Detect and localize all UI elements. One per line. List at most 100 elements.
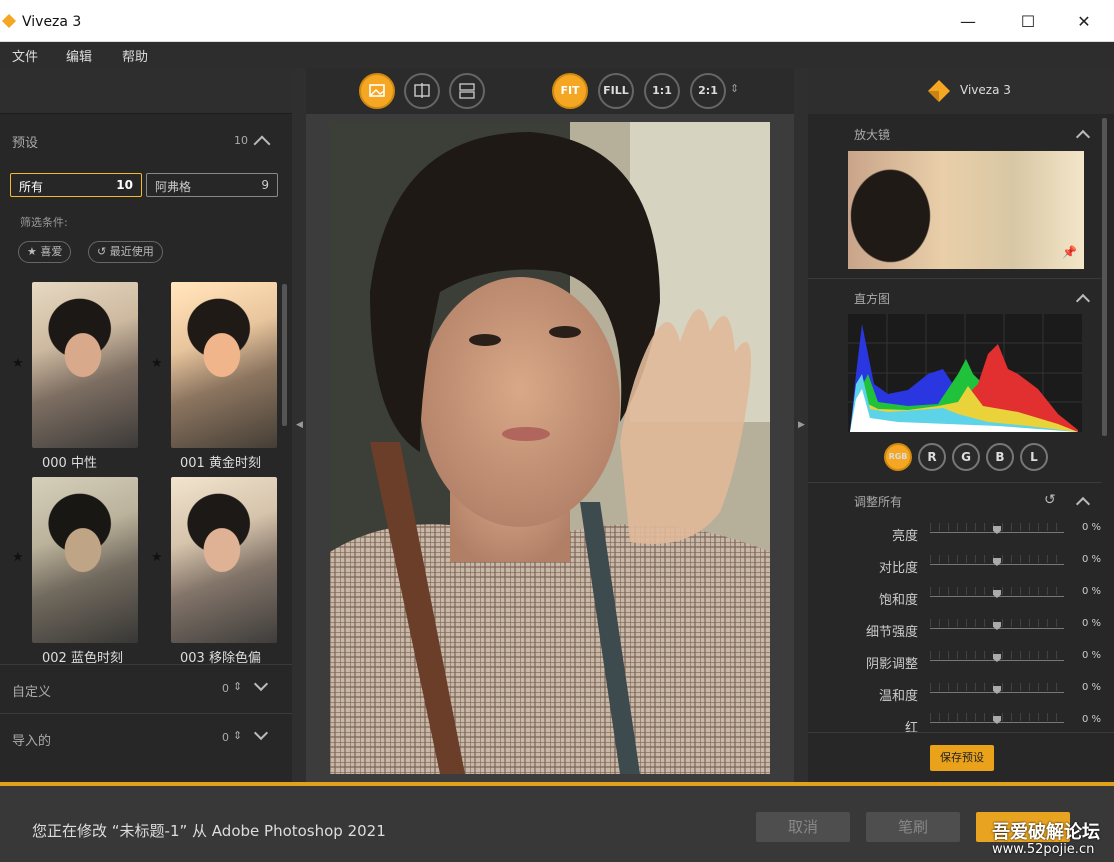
portrait-image	[330, 122, 770, 774]
menu-edit[interactable]: 编辑	[66, 46, 92, 65]
histogram-title: 直方图	[854, 292, 891, 306]
stepper-icon[interactable]: ⇕	[233, 729, 242, 742]
right-splitter[interactable]: ▶	[794, 68, 808, 782]
collapse-loupe-icon[interactable]	[1075, 129, 1091, 145]
custom-section[interactable]: 自定义 0 ⇕	[0, 664, 292, 712]
save-preset-button[interactable]: 保存预设	[930, 745, 994, 771]
divider	[808, 482, 1102, 483]
preset-label: 001 黄金时刻	[180, 456, 261, 471]
saturation-slider[interactable]	[930, 587, 1064, 601]
star-icon[interactable]: ★	[151, 550, 163, 565]
recent-icon: ↺	[97, 245, 107, 258]
zoom-fit-button[interactable]: FIT	[552, 73, 588, 109]
hist-b-button[interactable]: B	[986, 443, 1014, 471]
hist-rgb-button[interactable]: RGB	[884, 443, 912, 471]
adj-value: 0 %	[1082, 714, 1102, 725]
expand-custom-icon[interactable]	[253, 676, 269, 692]
brand-header: Viveza 3	[808, 68, 1114, 114]
brightness-slider[interactable]	[930, 523, 1064, 537]
loupe-view[interactable]: 📌	[848, 151, 1084, 269]
adj-value: 0 %	[1082, 650, 1102, 661]
cancel-button[interactable]: 取消	[756, 812, 850, 842]
zoom-fill-button[interactable]: FILL	[598, 73, 634, 109]
tab-afg[interactable]: 阿弗格 9	[146, 173, 278, 197]
loupe-title: 放大镜	[854, 128, 891, 142]
zoom-stepper-icon[interactable]: ⇕	[730, 82, 739, 95]
warmth-slider[interactable]	[930, 683, 1064, 697]
stepper-icon[interactable]: ⇕	[233, 680, 242, 693]
imported-count: 0	[222, 731, 229, 744]
zoom-1-1-button[interactable]: 1:1	[644, 73, 680, 109]
photo-preview[interactable]	[330, 122, 770, 774]
adj-label-contrast: 对比度	[878, 561, 918, 576]
brand-name: Viveza 3	[960, 83, 1011, 97]
shadows-slider[interactable]	[930, 651, 1064, 665]
minimize-button[interactable]: —	[948, 8, 988, 36]
pin-icon[interactable]: 📌	[1062, 245, 1077, 259]
star-icon[interactable]: ★	[12, 550, 24, 565]
expand-imported-icon[interactable]	[253, 725, 269, 741]
control-scrollbar[interactable]	[1102, 118, 1107, 436]
star-icon: ★	[27, 245, 37, 258]
adj-value: 0 %	[1082, 586, 1102, 597]
adj-value: 0 %	[1082, 522, 1102, 533]
divider	[808, 732, 1114, 733]
zoom-2-1-button[interactable]: 2:1	[690, 73, 726, 109]
brush-button[interactable]: 笔刷	[866, 812, 960, 842]
watermark-url: www.52pojie.cn	[992, 842, 1095, 857]
presets-title: 预设	[12, 136, 39, 151]
star-icon[interactable]: ★	[12, 356, 24, 371]
adj-label-shadows: 阴影调整	[865, 657, 918, 672]
preset-thumbnail[interactable]	[32, 282, 138, 448]
red-slider[interactable]	[930, 713, 1064, 727]
menu-file[interactable]: 文件	[12, 46, 38, 65]
star-icon[interactable]: ★	[151, 356, 163, 371]
presets-scrollbar[interactable]	[282, 284, 287, 426]
collapse-left-icon[interactable]: ◀	[296, 420, 303, 430]
single-view-button[interactable]	[359, 73, 395, 109]
structure-slider[interactable]	[930, 619, 1064, 633]
histogram-graph	[848, 314, 1082, 432]
presets-panel-header	[0, 68, 292, 114]
control-panel: Viveza 3 放大镜 📌 直方图 RGB R G B L 调整所有 ↺ 亮度…	[808, 68, 1114, 782]
imported-title: 导入的	[12, 734, 52, 749]
side-by-side-button[interactable]	[449, 73, 485, 109]
hist-g-button[interactable]: G	[952, 443, 980, 471]
preview-area: FIT FILL 1:1 2:1 ⇕	[306, 68, 794, 782]
watermark: 吾爱破解论坛	[992, 822, 1100, 843]
adj-value: 0 %	[1082, 682, 1102, 693]
adj-label-red: 红	[904, 721, 918, 736]
adj-label-saturation: 饱和度	[878, 593, 918, 608]
imported-section[interactable]: 导入的 0 ⇕	[0, 713, 292, 761]
reset-icon[interactable]: ↺	[1044, 492, 1056, 508]
preset-label: 000 中性	[42, 456, 97, 471]
close-button[interactable]: ✕	[1064, 8, 1104, 36]
presets-panel: 预设 10 所有 10 阿弗格 9 筛选条件: ★ 喜爱 ↺ 最近使用 ★ 00…	[0, 68, 292, 782]
collapse-presets-icon[interactable]	[253, 135, 271, 153]
adj-value: 0 %	[1082, 618, 1102, 629]
left-splitter[interactable]: ◀	[292, 68, 306, 782]
adjust-title: 调整所有	[854, 495, 903, 509]
preset-thumbnail[interactable]	[171, 282, 277, 448]
favorites-chip[interactable]: ★ 喜爱	[18, 241, 72, 263]
recent-chip[interactable]: ↺ 最近使用	[88, 241, 163, 263]
hist-l-button[interactable]: L	[1020, 443, 1048, 471]
tab-all[interactable]: 所有 10	[10, 173, 142, 197]
status-bar: 您正在修改 “未标题-1” 从 Adobe Photoshop 2021 取消 …	[0, 782, 1114, 862]
preset-thumbnail[interactable]	[171, 477, 277, 643]
collapse-histogram-icon[interactable]	[1075, 293, 1091, 309]
hist-r-button[interactable]: R	[918, 443, 946, 471]
collapse-right-icon[interactable]: ▶	[798, 420, 805, 430]
menu-help[interactable]: 帮助	[122, 46, 148, 65]
image-icon	[369, 84, 385, 97]
presets-count: 10	[234, 134, 248, 147]
menu-bar: 文件 编辑 帮助	[0, 42, 1114, 68]
status-text: 您正在修改 “未标题-1” 从 Adobe Photoshop 2021	[32, 822, 386, 840]
compare-icon	[459, 83, 475, 99]
preset-thumbnail[interactable]	[32, 477, 138, 643]
adj-label-structure: 细节强度	[865, 625, 918, 640]
collapse-adjust-icon[interactable]	[1075, 496, 1091, 512]
maximize-button[interactable]: ☐	[1008, 8, 1048, 36]
split-view-button[interactable]	[404, 73, 440, 109]
contrast-slider[interactable]	[930, 555, 1064, 569]
